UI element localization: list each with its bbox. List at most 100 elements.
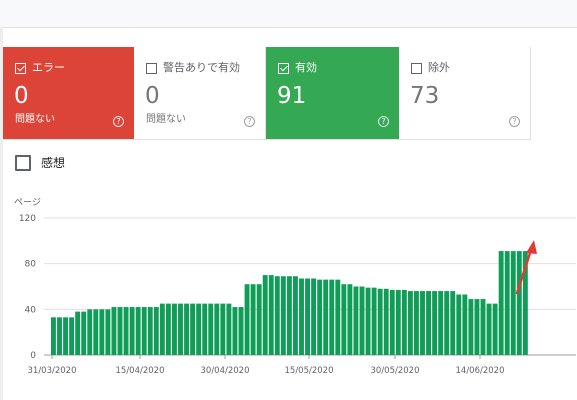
annotation-arrowhead	[526, 240, 537, 254]
pages-chart: ページ 0 40 80 120 31/03/2020 15/04/2020 30/04/202…	[14, 198, 576, 376]
bar	[81, 311, 87, 355]
bar	[232, 307, 238, 355]
bar	[498, 251, 504, 355]
excluded-checkbox[interactable]	[411, 62, 422, 74]
x-tick-label: 31/03/2020	[28, 366, 77, 376]
bar	[69, 317, 75, 355]
bar	[407, 291, 413, 355]
valid-value: 91	[277, 83, 307, 109]
bar	[274, 276, 280, 355]
top-toolbar	[0, 0, 577, 28]
bar	[317, 279, 323, 355]
bar	[414, 291, 419, 355]
bar	[492, 303, 498, 355]
error-label: エラー	[32, 61, 65, 74]
bar	[462, 294, 468, 355]
bar	[93, 309, 99, 355]
error-checkbox[interactable]	[15, 62, 26, 74]
warning-sub: 問題ない	[146, 114, 186, 125]
bar	[420, 291, 425, 355]
x-tick-label: 14/06/2020	[456, 366, 505, 376]
bar	[268, 275, 274, 355]
help-icon[interactable]: ?	[244, 116, 255, 127]
bar	[456, 294, 462, 355]
bar	[147, 307, 153, 355]
bar	[353, 286, 359, 355]
card-valid[interactable]: 有効 91 ?	[266, 47, 399, 140]
bar	[117, 307, 123, 355]
status-cards: エラー 0 問題ない ? 警告ありで有効 0 問題ない ? 有効 91 ? 除外…	[3, 47, 531, 140]
impressions-checkbox[interactable]	[15, 154, 31, 171]
bar	[226, 303, 232, 355]
bar	[468, 299, 474, 355]
y-axis-label: ページ	[14, 198, 41, 208]
excluded-label: 除外	[428, 61, 450, 74]
help-icon[interactable]: ?	[113, 116, 124, 127]
error-value: 0	[14, 83, 29, 109]
bar	[280, 276, 286, 355]
bar	[159, 303, 165, 355]
bar	[371, 287, 377, 355]
excluded-value: 73	[410, 83, 440, 109]
bar	[238, 307, 244, 355]
bar	[359, 286, 365, 355]
warning-checkbox[interactable]	[146, 62, 157, 74]
y-tick-label: 40	[25, 305, 37, 315]
card-excluded[interactable]: 除外 73 ?	[399, 47, 531, 140]
bar	[99, 309, 105, 355]
bar	[262, 275, 268, 355]
bar	[510, 251, 516, 355]
valid-label: 有効	[295, 61, 317, 74]
x-tick-label: 15/04/2020	[116, 366, 165, 376]
impressions-toggle[interactable]: 感想	[15, 154, 65, 171]
bar	[365, 287, 371, 355]
bar	[105, 309, 111, 355]
bar	[432, 291, 438, 355]
bar	[51, 317, 56, 355]
help-icon[interactable]: ?	[509, 116, 520, 127]
bar	[377, 288, 383, 355]
bar	[57, 317, 62, 355]
bar	[165, 303, 171, 355]
warning-value: 0	[145, 83, 160, 109]
help-icon[interactable]: ?	[378, 116, 389, 127]
bar	[311, 278, 317, 355]
bar	[323, 279, 329, 355]
bar	[63, 317, 68, 355]
card-error[interactable]: エラー 0 問題ない ?	[3, 47, 134, 140]
bar	[111, 307, 117, 355]
bar	[256, 284, 262, 355]
bar	[329, 279, 335, 355]
error-sub: 問題ない	[15, 114, 55, 125]
bar	[141, 307, 147, 355]
bar	[389, 289, 395, 355]
bar	[293, 276, 298, 355]
bar	[480, 299, 486, 355]
bar	[383, 288, 389, 355]
bar	[214, 303, 220, 355]
impressions-label: 感想	[41, 156, 66, 170]
y-tick-label: 80	[25, 260, 37, 270]
valid-checkbox[interactable]	[278, 62, 289, 74]
x-tick-label: 30/05/2020	[371, 366, 420, 376]
bar	[438, 291, 444, 355]
bar	[486, 303, 492, 355]
bar	[516, 251, 522, 355]
bar	[190, 303, 196, 355]
bar	[75, 311, 81, 355]
bar	[153, 307, 159, 355]
bar	[202, 303, 208, 355]
x-tick-label: 30/04/2020	[201, 366, 250, 376]
bar	[178, 303, 183, 355]
bar	[474, 299, 480, 355]
bar	[504, 251, 510, 355]
x-tick-label: 15/05/2020	[285, 366, 334, 376]
y-tick-label: 120	[19, 214, 36, 224]
bar	[172, 303, 177, 355]
bar	[244, 284, 250, 355]
y-tick-label: 0	[30, 351, 36, 361]
bar	[87, 309, 93, 355]
bar	[220, 303, 226, 355]
card-warning[interactable]: 警告ありで有効 0 問題ない ?	[134, 47, 266, 140]
bar	[184, 303, 189, 355]
